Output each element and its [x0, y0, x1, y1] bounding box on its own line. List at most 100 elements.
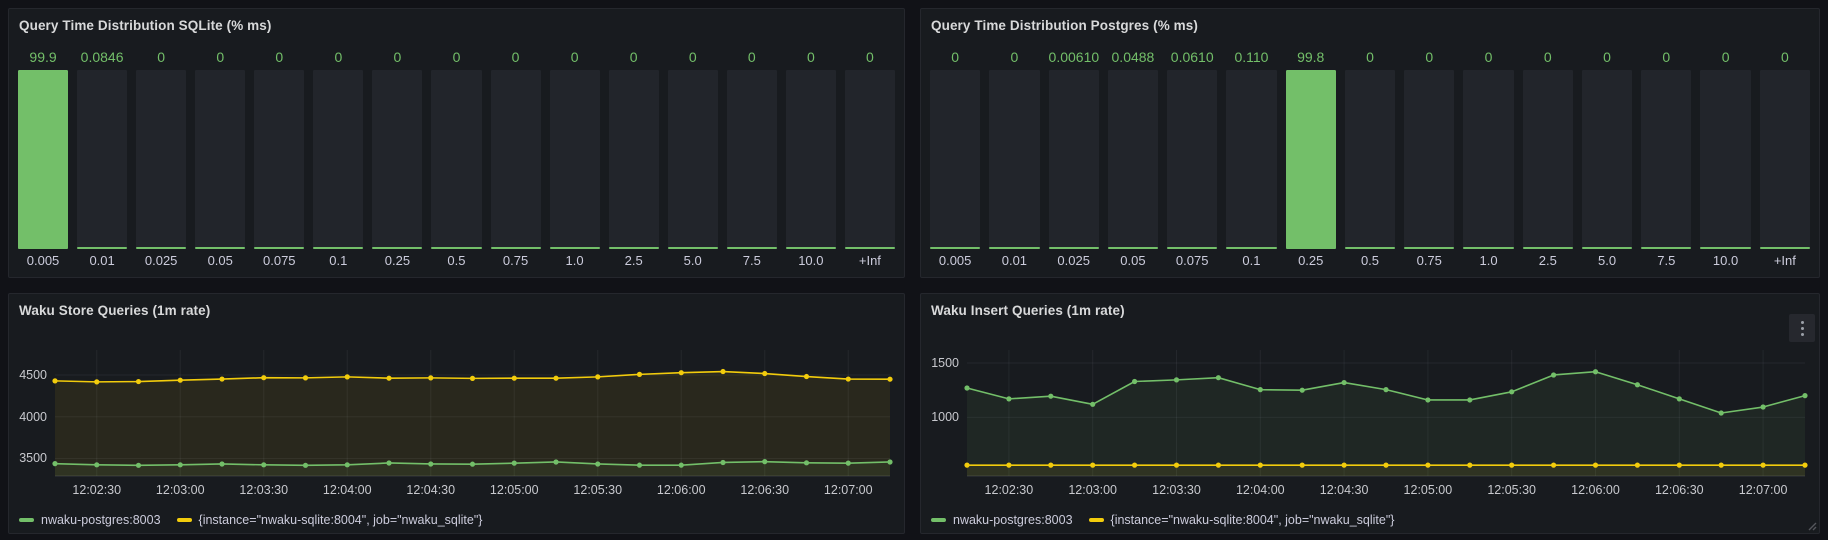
bar-category-label: 0.05 — [195, 253, 245, 270]
bar-column: 00.01 — [989, 49, 1039, 270]
bar-track — [1226, 70, 1276, 249]
data-point — [762, 459, 767, 464]
bar-value-label: 0 — [136, 49, 186, 66]
bar-value-label: 0.0846 — [77, 49, 127, 66]
time-series-plot[interactable]: 35004000450012:02:3012:03:0012:03:3012:0… — [55, 350, 890, 476]
bar-category-label: 0.075 — [254, 253, 304, 270]
bar-category-label: 10.0 — [1700, 253, 1750, 270]
x-axis-tick-label: 12:06:30 — [1655, 483, 1704, 497]
panel-header[interactable]: Waku Insert Queries (1m rate) — [931, 300, 1779, 322]
panel-title: Query Time Distribution SQLite (% ms) — [19, 15, 864, 37]
data-point — [1258, 463, 1263, 468]
bar-track — [1404, 70, 1454, 249]
bar-column: 0 0.025 — [136, 49, 186, 270]
bar-category-label: 0.25 — [372, 253, 422, 270]
x-axis-tick-label: 12:04:00 — [323, 483, 372, 497]
data-point — [136, 379, 141, 384]
data-point — [1593, 369, 1598, 374]
bar-column: 010.0 — [1700, 49, 1750, 270]
bar-value-label: 0 — [313, 49, 363, 66]
data-point — [1635, 463, 1640, 468]
data-point — [553, 376, 558, 381]
data-point — [887, 377, 892, 382]
bar-track — [1641, 70, 1691, 249]
chart-legend: nwaku-postgres:8003 {instance="nwaku-sqli… — [19, 513, 482, 527]
bar-category-label: 0.075 — [1167, 253, 1217, 270]
bar-fill — [1345, 247, 1395, 249]
time-series-plot[interactable]: 1000150012:02:3012:03:0012:03:3012:04:00… — [967, 350, 1805, 476]
data-point — [1761, 463, 1766, 468]
bar-fill — [989, 247, 1039, 249]
x-axis-tick-label: 12:05:00 — [1404, 483, 1453, 497]
data-point — [1551, 463, 1556, 468]
data-point — [1467, 397, 1472, 402]
chart-canvas[interactable] — [55, 350, 890, 476]
legend-item[interactable]: {instance="nwaku-sqlite:8004", job="nwak… — [177, 513, 483, 527]
bar-category-label: 1.0 — [1463, 253, 1513, 270]
data-point — [1383, 387, 1388, 392]
bar-gauge-sqlite: 99.90.0050.08460.0100.02500.0500.07500.1… — [18, 49, 895, 270]
bar-track — [136, 70, 186, 249]
bar-category-label: 0.025 — [136, 253, 186, 270]
bar-fill — [1641, 247, 1691, 249]
bar-category-label: 0.1 — [1226, 253, 1276, 270]
data-point — [386, 376, 391, 381]
chart-canvas[interactable] — [967, 350, 1805, 476]
data-point — [1342, 380, 1347, 385]
bar-fill — [1700, 247, 1750, 249]
legend-item[interactable]: nwaku-postgres:8003 — [931, 513, 1073, 527]
bar-category-label: 0.025 — [1049, 253, 1099, 270]
panel-resize-handle[interactable] — [1806, 520, 1817, 531]
data-point — [303, 463, 308, 468]
legend-item[interactable]: {instance="nwaku-sqlite:8004", job="nwak… — [1089, 513, 1395, 527]
x-axis-tick-label: 12:06:30 — [740, 483, 789, 497]
bar-fill — [1760, 247, 1810, 249]
legend-item[interactable]: nwaku-postgres:8003 — [19, 513, 161, 527]
y-axis-tick-label: 4500 — [11, 368, 55, 382]
bar-track — [491, 70, 541, 249]
bar-gauge-postgres: 00.00500.010.006100.0250.04880.050.06100… — [930, 49, 1810, 270]
bar-track — [195, 70, 245, 249]
bar-column: 05.0 — [1582, 49, 1632, 270]
bar-value-label: 0 — [1404, 49, 1454, 66]
bar-value-label: 99.8 — [1286, 49, 1336, 66]
bar-value-label: 0 — [1760, 49, 1810, 66]
data-point — [762, 371, 767, 376]
panel-header[interactable]: Waku Store Queries (1m rate) — [19, 300, 864, 322]
bar-value-label: 99.9 — [18, 49, 68, 66]
bar-column: 0.006100.025 — [1049, 49, 1099, 270]
bar-fill — [18, 70, 68, 249]
x-axis-tick-label: 12:03:00 — [156, 483, 205, 497]
data-point — [1677, 396, 1682, 401]
data-point — [720, 460, 725, 465]
bar-fill — [195, 247, 245, 249]
data-point — [1509, 389, 1514, 394]
data-point — [512, 376, 517, 381]
bar-track — [786, 70, 836, 249]
panel-query-time-sqlite: Query Time Distribution SQLite (% ms) 99… — [8, 8, 905, 278]
data-point — [386, 460, 391, 465]
data-point — [964, 463, 969, 468]
bar-track — [1463, 70, 1513, 249]
panel-menu-kebab-icon[interactable] — [1789, 314, 1815, 342]
panel-header[interactable]: Query Time Distribution SQLite (% ms) — [19, 15, 864, 37]
data-point — [1048, 463, 1053, 468]
bar-value-label: 0 — [609, 49, 659, 66]
bar-fill — [254, 247, 304, 249]
bar-fill — [727, 247, 777, 249]
bar-track — [254, 70, 304, 249]
data-point — [1383, 463, 1388, 468]
data-point — [1593, 463, 1598, 468]
x-axis-tick-label: 12:06:00 — [1571, 483, 1620, 497]
bar-value-label: 0 — [491, 49, 541, 66]
bar-column: 00.005 — [930, 49, 980, 270]
bar-category-label: 10.0 — [786, 253, 836, 270]
bar-category-label: 7.5 — [1641, 253, 1691, 270]
data-point — [219, 461, 224, 466]
x-axis-tick-label: 12:07:00 — [824, 483, 873, 497]
data-point — [1300, 463, 1305, 468]
bar-track — [989, 70, 1039, 249]
data-point — [470, 462, 475, 467]
bar-fill — [1286, 70, 1336, 249]
panel-header[interactable]: Query Time Distribution Postgres (% ms) — [931, 15, 1779, 37]
